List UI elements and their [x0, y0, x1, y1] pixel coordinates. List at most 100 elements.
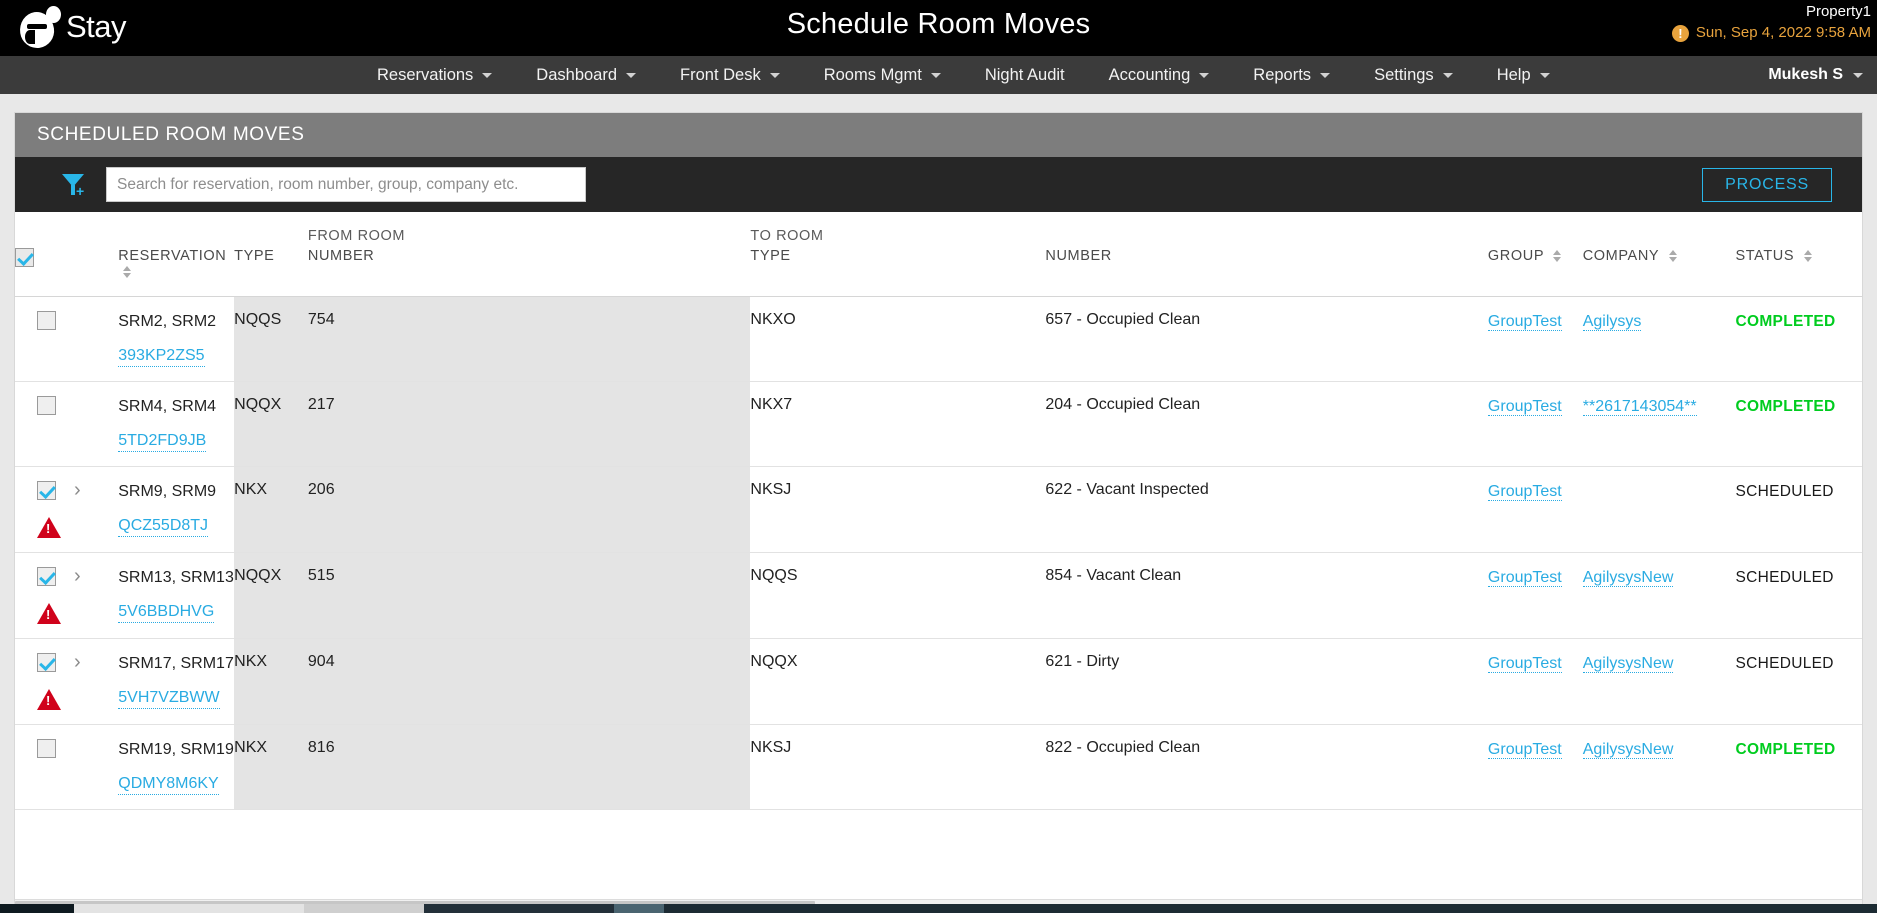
spacer-cell: [118, 212, 234, 248]
row-select-cell[interactable]: [15, 297, 74, 382]
status-badge: SCHEDULED: [1736, 569, 1834, 586]
reservation-cell: SRM2, SRM2 393KP2ZS5: [118, 297, 234, 382]
company-link[interactable]: AgilysysNew: [1583, 569, 1674, 587]
sort-icon[interactable]: [123, 266, 132, 278]
company-link[interactable]: AgilysysNew: [1583, 655, 1674, 673]
company-cell: AgilysysNew: [1583, 725, 1736, 810]
group-header-to-room: TO ROOM: [750, 212, 1045, 248]
status-cell: COMPLETED: [1736, 725, 1863, 810]
confirmation-number-link[interactable]: 393KP2ZS5: [118, 345, 204, 367]
row-checkbox[interactable]: [37, 396, 56, 415]
select-all-cell: [15, 248, 74, 297]
nav-item-accounting[interactable]: Accounting: [1087, 56, 1232, 94]
sort-icon[interactable]: [1804, 250, 1813, 262]
chevron-down-icon: [1443, 73, 1453, 78]
from-room-type-cell: NKX: [234, 467, 308, 553]
from-room-number-cell: 217: [308, 382, 751, 467]
from-room-type-cell: NKX: [234, 725, 308, 810]
column-header-reservation[interactable]: RESERVATION: [118, 248, 234, 297]
reservation-cell: SRM17, SRM175VH7VZBWW: [118, 639, 234, 725]
company-link[interactable]: Agilysys: [1583, 313, 1642, 331]
row-expander-cell[interactable]: ›: [74, 467, 118, 553]
room-moves-table-container[interactable]: FROM ROOM TO ROOM RESERVATION: [15, 212, 1862, 899]
row-checkbox[interactable]: [37, 739, 56, 758]
row-checkbox[interactable]: [37, 481, 56, 500]
column-header-company[interactable]: COMPANY: [1583, 248, 1736, 297]
guest-name: SRM2, SRM2: [118, 311, 234, 332]
row-checkbox[interactable]: [37, 567, 56, 586]
nav-item-reports[interactable]: Reports: [1231, 56, 1352, 94]
row-select-cell[interactable]: [15, 639, 74, 725]
nav-item-dashboard[interactable]: Dashboard: [514, 56, 658, 94]
confirmation-number-link[interactable]: 5VH7VZBWW: [118, 687, 219, 709]
row-expander-cell[interactable]: [74, 725, 118, 810]
row-select-cell[interactable]: [15, 725, 74, 810]
row-select-cell[interactable]: [15, 553, 74, 639]
group-cell: GroupTest: [1488, 639, 1583, 725]
filter-funnel-add-icon[interactable]: +: [59, 170, 89, 200]
row-checkbox[interactable]: [37, 311, 56, 330]
nav-item-night-audit[interactable]: Night Audit: [963, 56, 1087, 94]
row-expander-cell[interactable]: ›: [74, 639, 118, 725]
search-input[interactable]: [106, 167, 586, 202]
table-row[interactable]: ›SRM9, SRM9QCZ55D8TJNKX206NKSJ622 - Vaca…: [15, 467, 1862, 553]
row-checkbox[interactable]: [37, 653, 56, 672]
main-navigation: Reservations Dashboard Front Desk Rooms …: [0, 56, 1877, 94]
company-link[interactable]: **2617143054**: [1583, 398, 1697, 416]
nav-item-rooms-mgmt[interactable]: Rooms Mgmt: [802, 56, 963, 94]
row-select-cell[interactable]: [15, 382, 74, 467]
table-row[interactable]: ›SRM17, SRM175VH7VZBWWNKX904NQQX621 - Di…: [15, 639, 1862, 725]
warning-triangle-icon: [37, 517, 61, 538]
table-row[interactable]: ›SRM13, SRM135V6BBDHVGNQQX515NQQS854 - V…: [15, 553, 1862, 639]
column-header-to-number: NUMBER: [1045, 248, 1488, 297]
group-link[interactable]: GroupTest: [1488, 313, 1562, 331]
nav-item-reservations[interactable]: Reservations: [355, 56, 514, 94]
confirmation-number-link[interactable]: 5TD2FD9JB: [118, 430, 206, 452]
panel-toolbar: + PROCESS: [15, 157, 1862, 212]
row-expander-cell[interactable]: [74, 382, 118, 467]
reservation-cell: SRM19, SRM19 QDMY8M6KY: [118, 725, 234, 810]
process-button[interactable]: PROCESS: [1702, 168, 1832, 202]
confirmation-number-link[interactable]: QCZ55D8TJ: [118, 515, 208, 537]
company-cell: AgilysysNew: [1583, 553, 1736, 639]
group-link[interactable]: GroupTest: [1488, 569, 1562, 587]
row-expander-cell[interactable]: ›: [74, 553, 118, 639]
group-cell: GroupTest: [1488, 553, 1583, 639]
chevron-down-icon: [1320, 73, 1330, 78]
spacer-cell: [1736, 212, 1863, 248]
guest-name: SRM19, SRM19: [118, 739, 234, 760]
group-link[interactable]: GroupTest: [1488, 655, 1562, 673]
company-link[interactable]: AgilysysNew: [1583, 741, 1674, 759]
column-header-status[interactable]: STATUS: [1736, 248, 1863, 297]
row-select-cell[interactable]: [15, 467, 74, 553]
nav-item-front-desk[interactable]: Front Desk: [658, 56, 802, 94]
user-menu[interactable]: Mukesh S: [1768, 66, 1863, 84]
confirmation-number-link[interactable]: 5V6BBDHVG: [118, 601, 214, 623]
table-row[interactable]: SRM2, SRM2393KP2ZS5NQQS754NKXO657 - Occu…: [15, 297, 1862, 382]
status-cell: SCHEDULED: [1736, 639, 1863, 725]
scheduled-room-moves-panel: SCHEDULED ROOM MOVES + PROCESS: [14, 112, 1863, 913]
confirmation-number-link[interactable]: QDMY8M6KY: [118, 773, 218, 795]
group-link[interactable]: GroupTest: [1488, 398, 1562, 416]
warning-triangle-icon: [37, 603, 61, 624]
chevron-right-icon[interactable]: ›: [74, 567, 81, 586]
column-header-group[interactable]: GROUP: [1488, 248, 1583, 297]
group-link[interactable]: GroupTest: [1488, 483, 1562, 501]
sort-icon[interactable]: [1669, 250, 1678, 262]
to-room-number-cell: 621 - Dirty: [1045, 639, 1488, 725]
group-link[interactable]: GroupTest: [1488, 741, 1562, 759]
row-expander-cell[interactable]: [74, 297, 118, 382]
select-all-checkbox[interactable]: [15, 248, 34, 267]
reservation-cell: SRM13, SRM135V6BBDHVG: [118, 553, 234, 639]
from-room-type-cell: NQQX: [234, 553, 308, 639]
chevron-right-icon[interactable]: ›: [74, 481, 81, 500]
chevron-right-icon[interactable]: ›: [74, 653, 81, 672]
nav-item-help[interactable]: Help: [1475, 56, 1572, 94]
group-cell: GroupTest: [1488, 382, 1583, 467]
nav-item-settings[interactable]: Settings: [1352, 56, 1475, 94]
sort-icon[interactable]: [1553, 250, 1562, 262]
to-room-type-cell: NKSJ: [750, 725, 1045, 810]
column-header-from-type: TYPE: [234, 248, 308, 297]
table-row[interactable]: SRM19, SRM19QDMY8M6KYNKX816NKSJ822 - Occ…: [15, 725, 1862, 810]
table-row[interactable]: SRM4, SRM45TD2FD9JBNQQX217NKX7204 - Occu…: [15, 382, 1862, 467]
